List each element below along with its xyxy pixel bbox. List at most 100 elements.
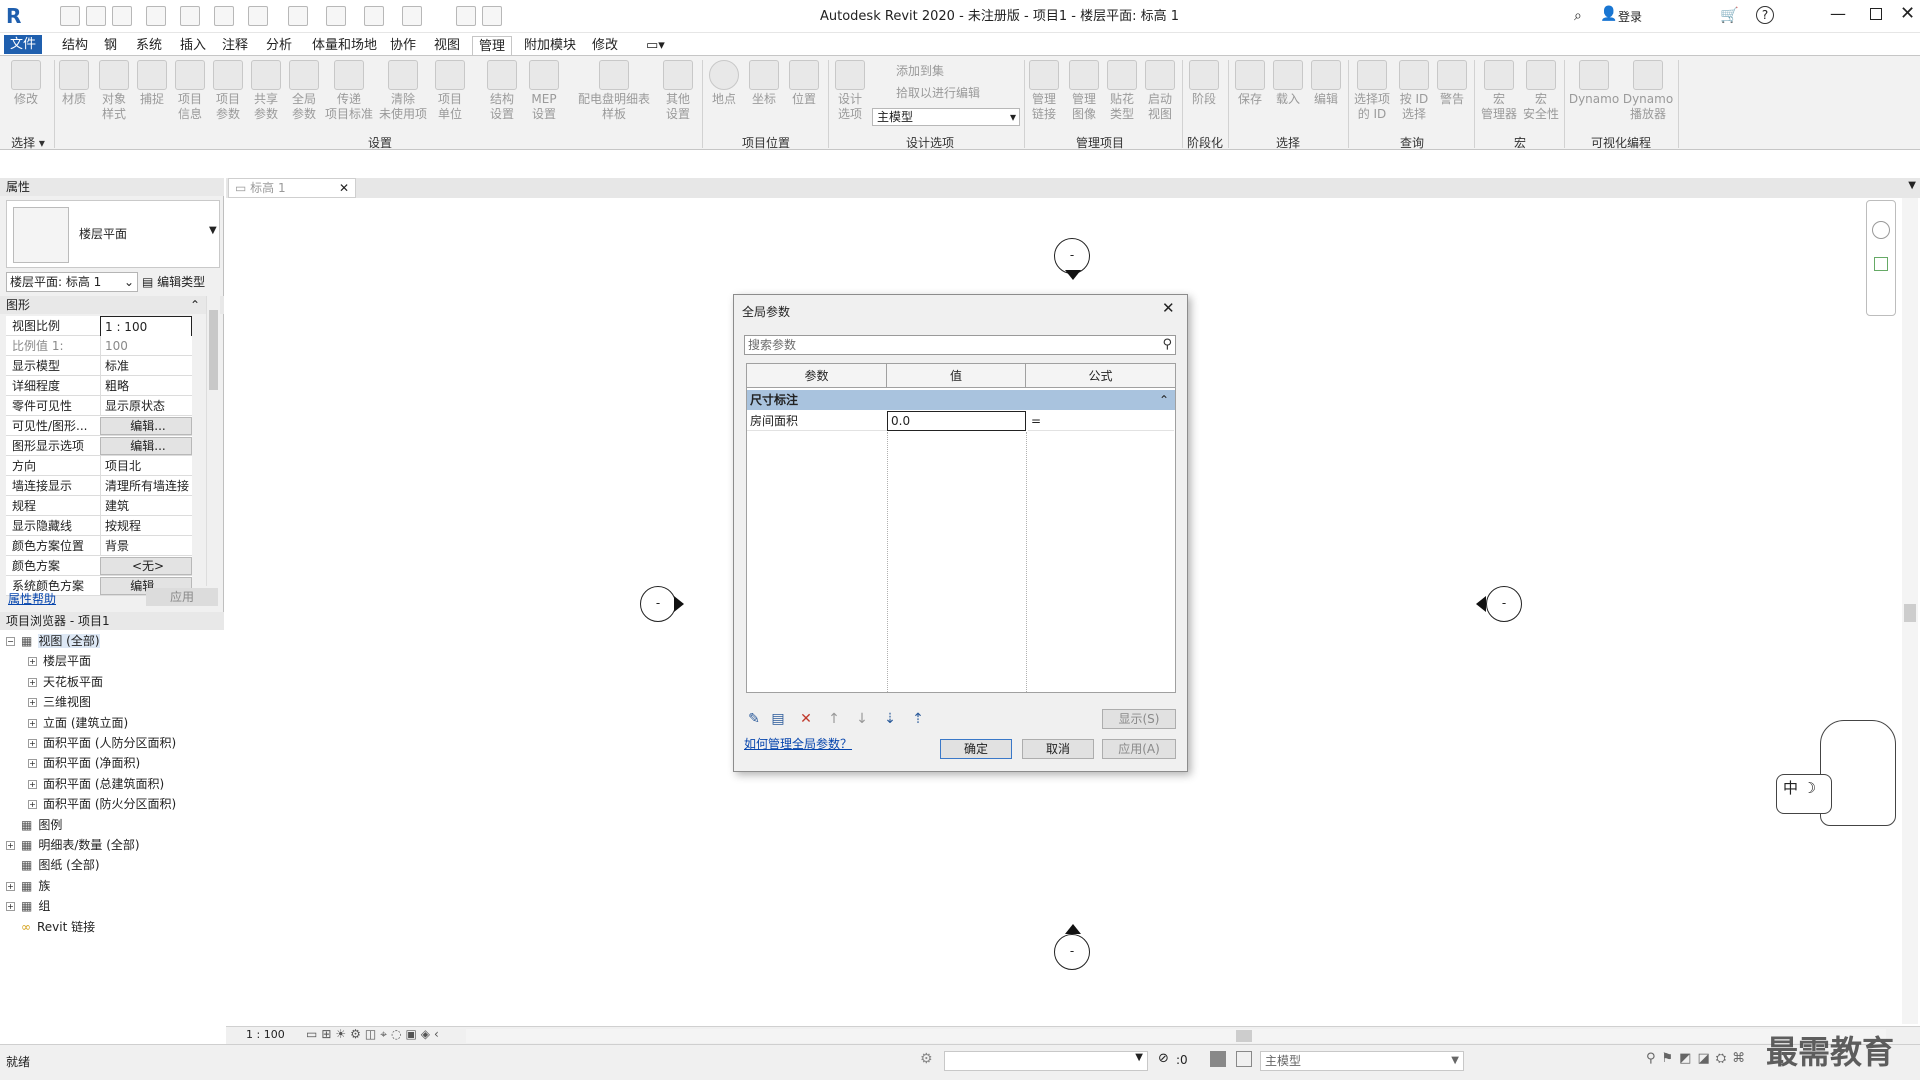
elevation-marker-west[interactable]: - [640,586,676,622]
param-search-input[interactable]: 搜索参数 ⚲ [744,335,1176,355]
show-button[interactable]: 显示(S) [1102,709,1176,729]
snaps-button[interactable]: 捕捉 [134,60,170,107]
collapse-icon[interactable]: ⌃ [1159,390,1169,410]
property-row[interactable]: 颜色方案 <无> [6,556,192,576]
browser-item[interactable]: + ▦ 组 [6,897,50,915]
browser-item[interactable]: + 三维视图 [28,693,91,711]
property-row[interactable]: 显示隐藏线 按规程 [6,516,192,536]
property-row[interactable]: 可见性/图形... 编辑... [6,416,192,436]
modify-button[interactable]: 修改 [8,60,44,107]
select-by-id-button[interactable]: 按 ID 选择 [1394,60,1434,122]
tab-annotate[interactable]: 注释 [216,36,254,55]
tab-analyze[interactable]: 分析 [260,36,298,55]
param-name-cell[interactable]: 房间面积 [747,411,887,431]
tab-file[interactable]: 文件 [4,35,43,54]
elevation-marker-north[interactable]: - [1054,238,1090,274]
column-header-value[interactable]: 值 [887,364,1026,388]
worksharing-icon[interactable]: ⚙ [920,1051,933,1067]
browser-item[interactable]: + ▦ 族 [6,877,50,895]
edit-type-button[interactable]: ▤ 编辑类型 [142,272,222,292]
dynamo-player-button[interactable]: Dynamo 播放器 [1622,60,1674,122]
project-params-button[interactable]: 项目 参数 [210,60,246,122]
dynamo-button[interactable]: Dynamo [1568,60,1620,107]
ime-indicator[interactable]: 中 ☽ [1776,774,1832,814]
save-icon[interactable] [86,6,106,26]
structural-settings-button[interactable]: 结构 设置 [484,60,520,122]
browser-item[interactable]: + 面积平面 (总建筑面积) [28,775,164,793]
browser-item[interactable]: + 楼层平面 [28,652,91,670]
3d-view-icon[interactable] [364,6,384,26]
apply-properties-button[interactable]: 应用 [146,588,218,606]
expand-icon[interactable]: + [6,881,15,891]
collapse-icon[interactable]: − [6,637,15,646]
shared-params-button[interactable]: 共享 参数 [248,60,284,122]
move-up-icon[interactable]: ↑ [824,709,844,729]
add-to-set-button[interactable]: 添加到集 [896,62,944,79]
print-icon[interactable] [214,6,234,26]
help-link[interactable]: 如何管理全局参数？ [744,735,852,752]
browser-item[interactable]: + 面积平面 (人防分区面积) [28,734,176,752]
cart-icon[interactable]: 🛒 [1720,6,1739,24]
project-units-button[interactable]: 项目 单位 [432,60,468,122]
view-instance-select[interactable]: 楼层平面: 标高 1 ⌄ [6,272,138,292]
browser-item[interactable]: + 面积平面 (防火分区面积) [28,795,176,813]
tab-massing[interactable]: 体量和场地 [306,36,383,55]
redo-icon[interactable] [180,6,200,26]
browser-item[interactable]: ▦ 图例 [6,816,62,834]
manage-links-button[interactable]: 管理 链接 [1026,60,1062,122]
property-row[interactable]: 视图比例 1 : 100 [6,316,192,338]
param-formula-cell[interactable]: = [1028,411,1174,431]
property-value[interactable]: 项目北 [100,456,192,476]
move-down-icon[interactable]: ↓ [852,709,872,729]
browser-item[interactable]: − ▦ 视图 (全部) [6,632,100,650]
property-row[interactable]: 显示模型 标准 [6,356,192,376]
column-header-formula[interactable]: 公式 [1026,364,1175,388]
status-design-option-select[interactable]: 主模型 ▼ [1260,1051,1464,1071]
property-row[interactable]: 零件可见性 显示原状态 [6,396,192,416]
object-styles-button[interactable]: 对象 样式 [96,60,132,122]
property-row[interactable]: 比例值 1: 100 [6,336,192,356]
dialog-close-button[interactable]: ✕ [1162,299,1175,317]
edit-selection-button[interactable]: 编辑 [1308,60,1344,107]
macro-manager-button[interactable]: 宏 管理器 [1478,60,1520,122]
warnings-button[interactable]: 警告 [1434,60,1470,107]
workset-select[interactable]: ▼ [944,1051,1148,1071]
property-value[interactable]: 1 : 100 [100,316,192,338]
expand-icon[interactable]: + [28,800,37,810]
project-info-button[interactable]: 项目 信息 [172,60,208,122]
design-options-button[interactable]: 设计 选项 [832,60,868,122]
search-binoculars-icon[interactable]: ⌕ [1574,8,1582,24]
elevation-marker-south[interactable]: - [1054,934,1090,970]
section-icon[interactable] [402,6,422,26]
load-selection-button[interactable]: 载入 [1270,60,1306,107]
expand-icon[interactable]: + [28,779,37,789]
save-selection-button[interactable]: 保存 [1232,60,1268,107]
phases-button[interactable]: 阶段 [1186,60,1222,107]
property-value[interactable]: 清理所有墙连接 [100,476,192,496]
vertical-scrollbar[interactable] [1902,198,1918,1024]
pick-to-edit-button[interactable]: 拾取以进行编辑 [896,84,980,101]
close-hidden-icon[interactable] [456,6,476,26]
position-button[interactable]: 位置 [786,60,822,107]
minimize-button[interactable]: — [1830,4,1846,23]
elevation-marker-east[interactable]: - [1486,586,1522,622]
property-value[interactable]: 显示原状态 [100,396,192,416]
edit-button[interactable]: 编辑... [100,437,192,455]
property-value[interactable]: 标准 [100,356,192,376]
browser-item[interactable]: + 立面 (建筑立面) [28,714,128,732]
column-header-param[interactable]: 参数 [747,364,887,388]
edit-button[interactable]: 编辑... [100,417,192,435]
measure-icon[interactable] [248,6,268,26]
expand-icon[interactable]: + [28,698,37,708]
undo-icon[interactable] [146,6,166,26]
ime-mascot[interactable]: 中 ☽ [1776,718,1906,828]
view-tab-level1[interactable]: ▭ 标高 1 ✕ [228,178,356,198]
param-value-input[interactable]: 0.0 [887,411,1026,431]
text-icon[interactable] [326,6,346,26]
browser-item[interactable]: ▦ 图纸 (全部) [6,856,100,874]
starting-view-button[interactable]: 启动 视图 [1142,60,1178,122]
ok-button[interactable]: 确定 [940,739,1012,759]
design-option-select[interactable]: 主模型 ▾ [872,108,1020,126]
manage-images-button[interactable]: 管理 图像 [1066,60,1102,122]
steering-wheel-icon[interactable] [1872,221,1890,239]
